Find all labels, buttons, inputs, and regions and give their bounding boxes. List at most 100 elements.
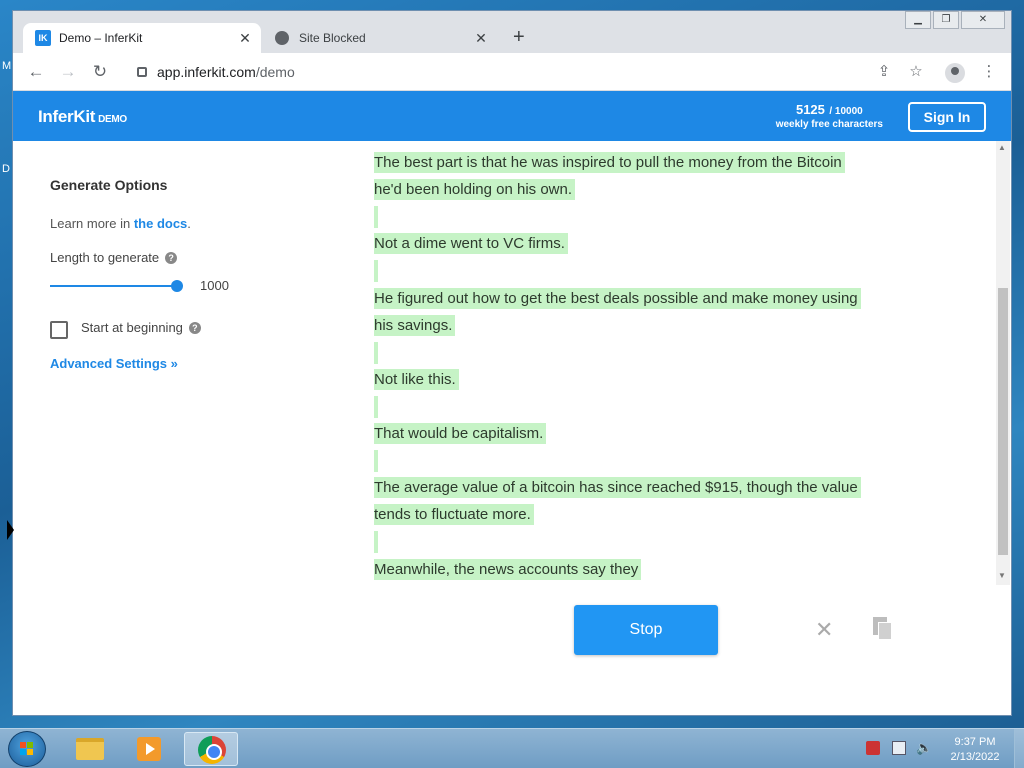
start-at-beginning-checkbox[interactable] xyxy=(50,321,68,339)
browser-window: IK Demo – InferKit ✕ Site Blocked ✕ + ▁ … xyxy=(12,10,1012,716)
globe-icon xyxy=(275,31,289,45)
start-button[interactable] xyxy=(8,731,46,767)
generated-blank-line xyxy=(374,528,378,555)
scroll-down-arrow-icon[interactable]: ▼ xyxy=(998,571,1006,580)
clock-date: 2/13/2022 xyxy=(950,751,1000,763)
forward-arrow-icon[interactable]: → xyxy=(57,61,79,83)
advanced-settings-link[interactable]: Advanced Settings » xyxy=(50,356,178,371)
tab-inferkit-demo[interactable]: IK Demo – InferKit ✕ xyxy=(23,23,261,53)
new-tab-button[interactable]: + xyxy=(513,27,525,47)
bookmark-star-icon[interactable]: ☆ xyxy=(905,61,927,83)
share-icon[interactable]: ⇪ xyxy=(873,61,895,83)
scrollbar[interactable]: ▲ ▼ xyxy=(996,141,1010,585)
close-window-button[interactable]: ✕ xyxy=(961,11,1005,29)
media-player-icon xyxy=(137,737,161,761)
tab-site-blocked[interactable]: Site Blocked ✕ xyxy=(267,23,497,53)
help-icon[interactable]: ? xyxy=(165,252,178,264)
generated-text-line: Meanwhile, the news accounts say they xyxy=(374,556,642,582)
close-tab-icon[interactable]: ✕ xyxy=(473,30,489,46)
generated-text-span: The average value of a bitcoin has since… xyxy=(374,477,861,499)
brand-logo[interactable]: InferKit DEMO xyxy=(38,107,127,127)
more-menu-icon[interactable]: ⋮ xyxy=(978,61,1000,83)
url-host: app.inferkit.com xyxy=(157,64,256,80)
docs-suffix: . xyxy=(187,216,191,231)
desktop-icon-label: D xyxy=(2,163,10,175)
scroll-up-arrow-icon[interactable]: ▲ xyxy=(998,143,1006,152)
window-controls: ▁ ❐ ✕ xyxy=(903,11,1005,29)
back-arrow-icon[interactable]: ← xyxy=(25,61,47,83)
generated-text-span xyxy=(374,260,378,283)
browser-toolbar: ← → ↻ app.inferkit.com/demo ⇪ ☆ ⋮ xyxy=(13,53,1011,91)
credits-max: / 10000 xyxy=(829,106,863,117)
app-header: InferKit DEMO 5125 / 10000 weekly free ch… xyxy=(13,91,1011,141)
generated-text-line: That would be capitalism. xyxy=(374,420,547,447)
stop-button[interactable]: Stop xyxy=(574,605,718,655)
tab-label: Site Blocked xyxy=(299,31,366,45)
docs-link[interactable]: the docs xyxy=(134,216,187,231)
taskbar-chrome[interactable] xyxy=(184,732,238,766)
desktop-icon-label: M xyxy=(2,60,12,72)
generated-text-span: tends to fluctuate more. xyxy=(374,504,534,526)
generated-blank-line xyxy=(374,203,378,230)
close-tab-icon[interactable]: ✕ xyxy=(237,30,253,46)
generated-text-line: He figured out how to get the best deals… xyxy=(374,285,861,312)
sign-in-button[interactable]: Sign In xyxy=(908,102,986,132)
length-value: 1000 xyxy=(200,278,229,293)
tab-label: Demo – InferKit xyxy=(59,31,143,45)
system-clock[interactable]: 9:37 PM 2/13/2022 xyxy=(940,735,1010,765)
clock-time: 9:37 PM xyxy=(954,736,996,748)
generated-text-area[interactable]: The best part is that he was inspired to… xyxy=(374,141,914,581)
generated-text-line: he'd been holding on his own. xyxy=(374,176,576,203)
show-desktop-button[interactable] xyxy=(1014,729,1024,768)
length-label: Length to generate? xyxy=(50,250,178,265)
generated-text-line: The average value of a bitcoin has since… xyxy=(374,474,861,501)
start-label-text: Start at beginning xyxy=(81,320,183,335)
reload-icon[interactable]: ↻ xyxy=(89,61,111,83)
generated-text-span: Not like this. xyxy=(374,368,459,390)
generated-text-span: That would be capitalism. xyxy=(374,423,547,444)
help-icon[interactable]: ? xyxy=(188,322,201,334)
generated-text-span: his savings. xyxy=(374,314,456,336)
generated-blank-line xyxy=(374,393,378,420)
generated-text-span xyxy=(374,531,378,554)
folder-icon xyxy=(76,738,104,760)
clear-icon[interactable]: ✕ xyxy=(815,617,833,643)
length-slider-track[interactable] xyxy=(50,285,178,287)
profile-avatar-icon[interactable] xyxy=(945,63,965,83)
copy-icon[interactable] xyxy=(873,617,893,641)
generated-text-span: he'd been holding on his own. xyxy=(374,179,576,201)
generated-text-span: Meanwhile, the news accounts say they xyxy=(374,558,642,580)
mouse-cursor-icon xyxy=(7,520,14,540)
chrome-icon xyxy=(198,736,226,764)
minimize-button[interactable]: ▁ xyxy=(905,11,931,29)
address-bar[interactable]: app.inferkit.com/demo xyxy=(125,58,935,86)
volume-icon[interactable]: 🔈 xyxy=(916,741,932,755)
credits-used: 5125 xyxy=(795,102,825,117)
tab-strip: IK Demo – InferKit ✕ Site Blocked ✕ + ▁ … xyxy=(13,11,1011,53)
generated-text-span xyxy=(374,395,378,418)
generated-text-span: The best part is that he was inspired to… xyxy=(374,152,845,173)
generated-blank-line xyxy=(374,447,378,474)
generated-text-span xyxy=(374,206,378,229)
scroll-thumb[interactable] xyxy=(998,288,1008,555)
inferkit-favicon-icon: IK xyxy=(35,30,51,46)
length-slider-thumb[interactable] xyxy=(171,280,183,292)
action-center-flag-icon[interactable] xyxy=(866,741,880,755)
lock-icon xyxy=(137,67,147,77)
network-icon[interactable] xyxy=(892,741,906,755)
restore-button[interactable]: ❐ xyxy=(933,11,959,29)
generated-text-span: He figured out how to get the best deals… xyxy=(374,287,861,309)
generated-text-span: Not a dime went to VC firms. xyxy=(374,233,568,255)
windows-flag-icon xyxy=(20,742,34,756)
generated-blank-line xyxy=(374,257,378,284)
taskbar-explorer[interactable] xyxy=(62,732,116,766)
brand-name: InferKit xyxy=(38,107,96,126)
generated-text-line: his savings. xyxy=(374,312,456,339)
taskbar-media-player[interactable] xyxy=(122,732,176,766)
credits-counter: 5125 / 10000 weekly free characters xyxy=(776,101,883,130)
credits-label: weekly free characters xyxy=(775,119,883,130)
generated-text-span xyxy=(374,341,378,364)
start-at-beginning-label: Start at beginning? xyxy=(81,320,201,335)
taskbar: 🔈 9:37 PM 2/13/2022 xyxy=(0,728,1024,768)
generated-text-span xyxy=(374,450,378,473)
